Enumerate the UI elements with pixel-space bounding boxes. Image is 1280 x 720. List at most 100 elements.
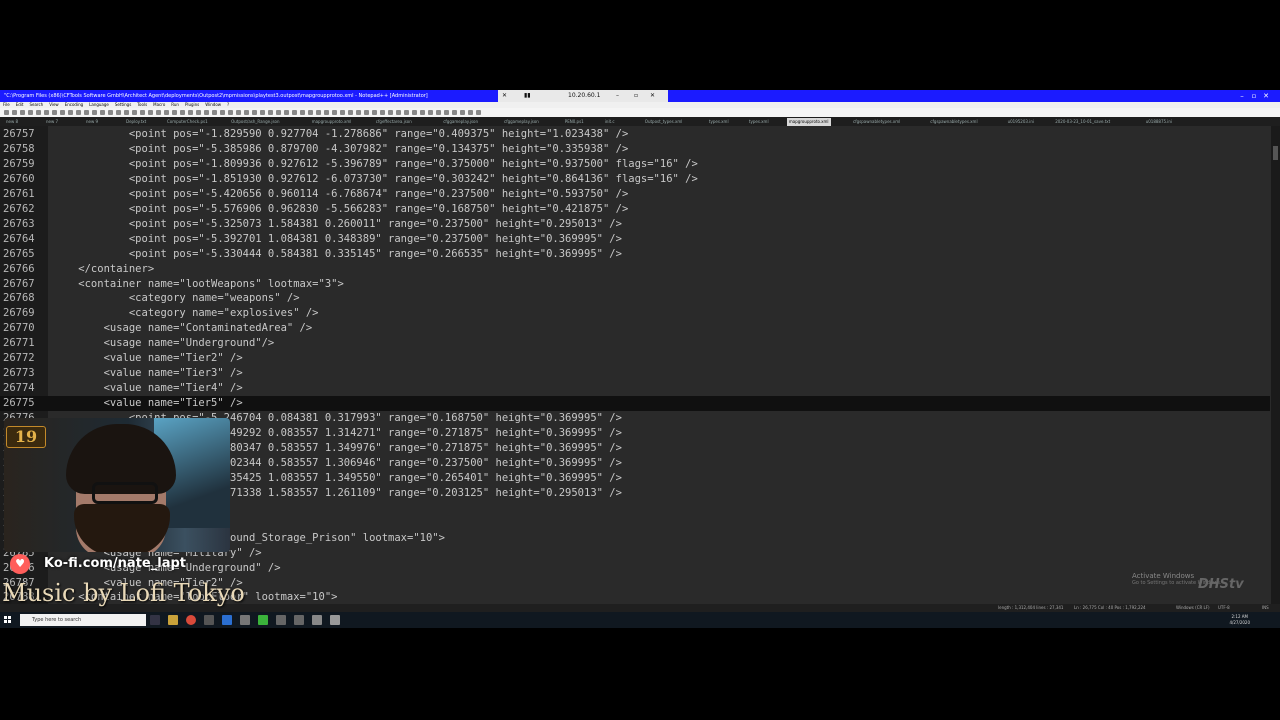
tab-17[interactable]: cfgspawnabletypes.xml [928, 118, 979, 126]
menu-item[interactable]: Plugins [185, 102, 199, 107]
toolbar-button-icon[interactable] [196, 110, 201, 115]
chrome-icon[interactable] [186, 615, 196, 625]
code-line[interactable]: 26764 <point pos="-5.392701 1.084381 0.3… [0, 232, 1270, 247]
toolbar-button-icon[interactable] [156, 110, 161, 115]
code-line[interactable]: 26769 <category name="explosives" /> [0, 306, 1270, 321]
tab-0[interactable]: new 8 [4, 118, 20, 126]
menu-item[interactable]: View [49, 102, 59, 107]
code-line[interactable]: 26786 <usage name="Underground" /> [0, 561, 1270, 576]
toolbar-button-icon[interactable] [276, 110, 281, 115]
toolbar-button-icon[interactable] [460, 110, 465, 115]
menu-item[interactable]: Encoding [65, 102, 83, 107]
code-line[interactable]: 26758 <point pos="-5.385986 0.879700 -4.… [0, 142, 1270, 157]
toolbar-button-icon[interactable] [308, 110, 313, 115]
toolbar-button-icon[interactable] [236, 110, 241, 115]
minimize-icon[interactable]: – [1236, 90, 1248, 102]
scrollbar-thumb[interactable] [1273, 146, 1278, 160]
toolbar-button-icon[interactable] [348, 110, 353, 115]
toolbar-button-icon[interactable] [36, 110, 41, 115]
toolbar-button-icon[interactable] [284, 110, 289, 115]
tab-4[interactable]: ComputerCheck.ps1 [165, 118, 210, 126]
toolbar-button-icon[interactable] [84, 110, 89, 115]
toolbar-button-icon[interactable] [132, 110, 137, 115]
toolbar-button-icon[interactable] [324, 110, 329, 115]
toolbar-button-icon[interactable] [244, 110, 249, 115]
code-line[interactable]: 26774 <value name="Tier4" /> [0, 381, 1270, 396]
code-line[interactable]: 26770 <usage name="ContaminatedArea" /> [0, 321, 1270, 336]
code-line[interactable]: 26771 <usage name="Underground"/> [0, 336, 1270, 351]
code-line[interactable]: 26772 <value name="Tier2" /> [0, 351, 1270, 366]
close-icon[interactable]: ✕ [1260, 90, 1272, 102]
tab-9[interactable]: cfggameplay.json [502, 118, 541, 126]
menu-item[interactable]: Search [29, 102, 43, 107]
code-line[interactable]: 26773 <value name="Tier3" /> [0, 366, 1270, 381]
tab-5[interactable]: Outpost/ash_Range.json [229, 118, 281, 126]
toolbar-button-icon[interactable] [252, 110, 257, 115]
toolbar-button-icon[interactable] [124, 110, 129, 115]
windows-start-icon[interactable] [4, 616, 12, 624]
toolbar-button-icon[interactable] [468, 110, 473, 115]
tab-18[interactable]: u0195203.ini [1006, 118, 1036, 126]
toolbar-button-icon[interactable] [204, 110, 209, 115]
terminal-icon[interactable] [204, 615, 214, 625]
tab-16[interactable]: cfgspawnabletypes.xml [851, 118, 902, 126]
toolbar-button-icon[interactable] [52, 110, 57, 115]
toolbar-button-icon[interactable] [12, 110, 17, 115]
tab-8[interactable]: cfggameplay.json [441, 118, 480, 126]
toolbar-button-icon[interactable] [316, 110, 321, 115]
toolbar-button-icon[interactable] [420, 110, 425, 115]
toolbar-button-icon[interactable] [92, 110, 97, 115]
app-icon-5[interactable] [330, 615, 340, 625]
toolbar-button-icon[interactable] [372, 110, 377, 115]
toolbar-button-icon[interactable] [436, 110, 441, 115]
tab-3[interactable]: Deploy.txt [124, 118, 148, 126]
toolbar-button-icon[interactable] [180, 110, 185, 115]
menu-item[interactable]: Run [171, 102, 179, 107]
tab-10[interactable]: PEN0.ps1 [563, 118, 586, 126]
code-line[interactable]: 26761 <point pos="-5.420656 0.960114 -6.… [0, 187, 1270, 202]
toolbar-button-icon[interactable] [44, 110, 49, 115]
toolbar-button-icon[interactable] [404, 110, 409, 115]
tab-14[interactable]: types.xml [747, 118, 771, 126]
tab-12[interactable]: Outpost_types.xml [643, 118, 685, 126]
taskbar-search[interactable]: Type here to search [20, 614, 146, 626]
toolbar-button-icon[interactable] [100, 110, 105, 115]
toolbar-button-icon[interactable] [212, 110, 217, 115]
tab-19[interactable]: 2020-03-23_10-01_save.txt [1053, 118, 1112, 126]
code-line[interactable]: 26766 </container> [0, 262, 1270, 277]
toolbar-button-icon[interactable] [292, 110, 297, 115]
app-icon[interactable] [240, 615, 250, 625]
toolbar-button-icon[interactable] [148, 110, 153, 115]
rd-minimize-icon[interactable]: – [616, 90, 619, 102]
vscode-icon[interactable] [222, 615, 232, 625]
maximize-icon[interactable]: ▫ [1248, 90, 1260, 102]
tab-13[interactable]: types.xml [707, 118, 731, 126]
toolbar-button-icon[interactable] [332, 110, 337, 115]
app-icon-4[interactable] [312, 615, 322, 625]
menu-item[interactable]: Window [205, 102, 221, 107]
menu-item[interactable]: ? [227, 102, 229, 107]
toolbar-button-icon[interactable] [300, 110, 305, 115]
toolbar-button-icon[interactable] [268, 110, 273, 115]
toolbar-button-icon[interactable] [4, 110, 9, 115]
toolbar-button-icon[interactable] [68, 110, 73, 115]
toolbar-button-icon[interactable] [140, 110, 145, 115]
menu-item[interactable]: Edit [16, 102, 24, 107]
tab-1[interactable]: new 7 [44, 118, 60, 126]
toolbar-button-icon[interactable] [452, 110, 457, 115]
toolbar-button-icon[interactable] [388, 110, 393, 115]
code-line[interactable]: 26775 <value name="Tier5" /> [0, 396, 1270, 412]
code-line[interactable]: 26759 <point pos="-1.809936 0.927612 -5.… [0, 157, 1270, 172]
toolbar-button-icon[interactable] [260, 110, 265, 115]
code-line[interactable]: 26760 <point pos="-1.851930 0.927612 -6.… [0, 172, 1270, 187]
code-line[interactable]: 26762 <point pos="-5.576906 0.962830 -5.… [0, 202, 1270, 217]
menu-item[interactable]: File [3, 102, 10, 107]
toolbar-button-icon[interactable] [116, 110, 121, 115]
toolbar-button-icon[interactable] [76, 110, 81, 115]
code-line[interactable]: 26768 <category name="weapons" /> [0, 291, 1270, 306]
toolbar-button-icon[interactable] [444, 110, 449, 115]
toolbar-button-icon[interactable] [380, 110, 385, 115]
system-clock[interactable]: 2:12 AM 4/27/2020 [1229, 614, 1250, 626]
menu-item[interactable]: Language [89, 102, 109, 107]
toolbar-button-icon[interactable] [220, 110, 225, 115]
